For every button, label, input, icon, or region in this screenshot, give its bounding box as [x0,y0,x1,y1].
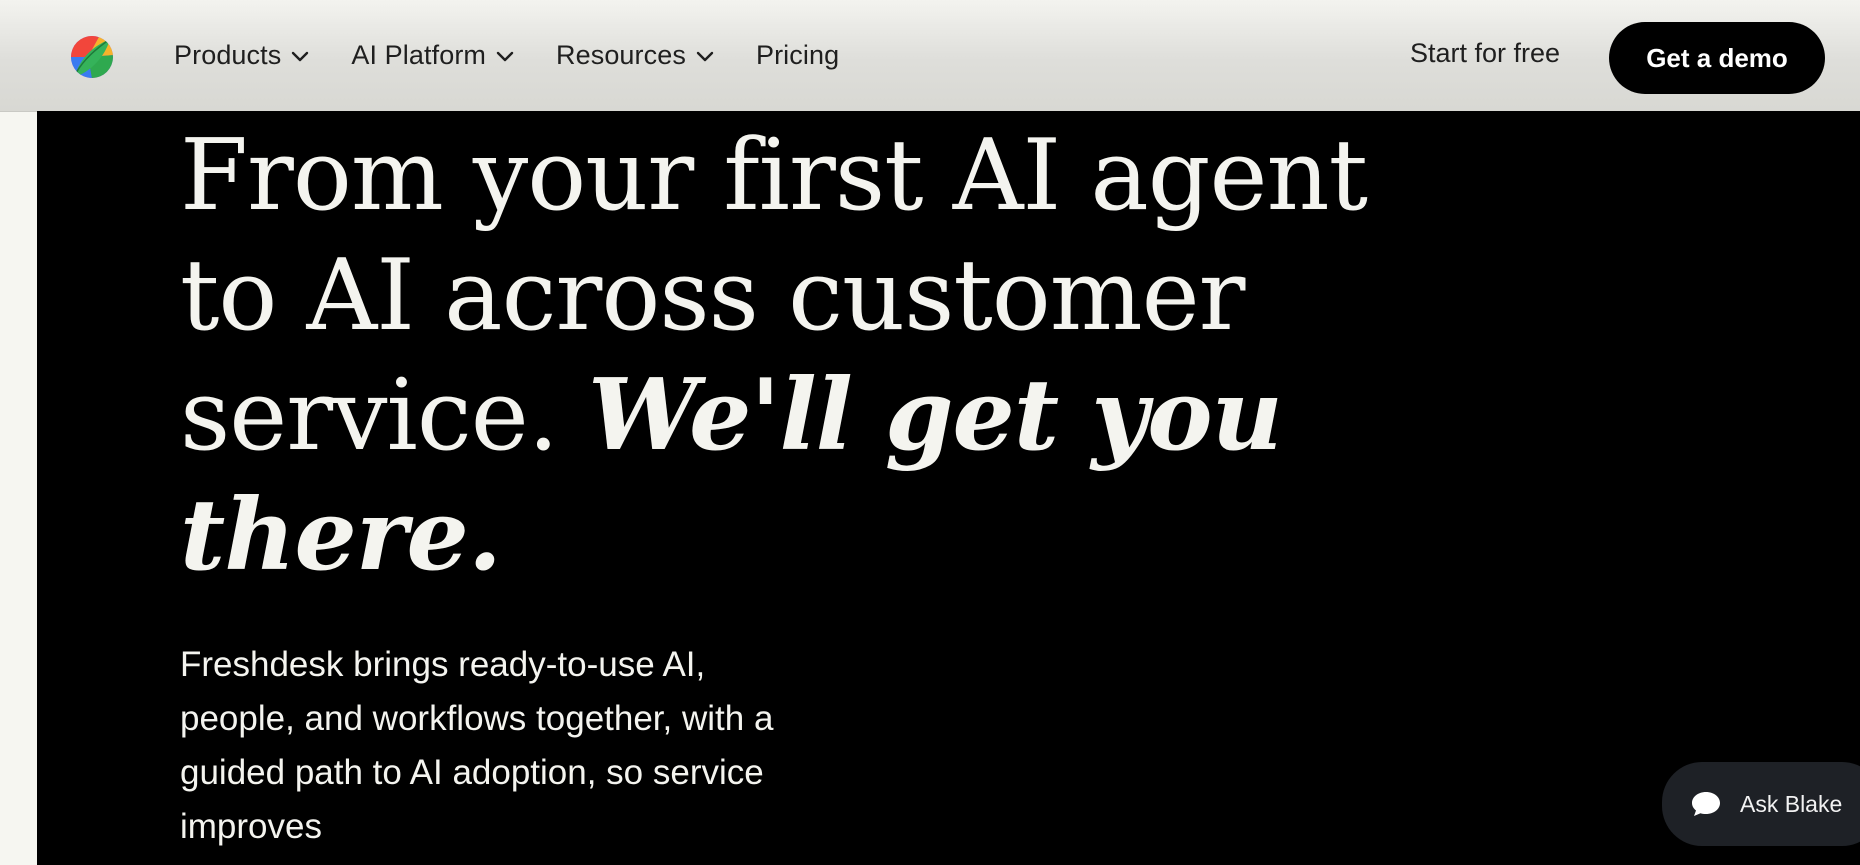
chevron-down-icon [496,51,514,61]
site-header: Products AI Platform Resources Pricing S… [0,0,1860,112]
nav-resources[interactable]: Resources [556,40,714,71]
nav-ai-platform[interactable]: AI Platform [351,40,514,71]
chat-bubble-icon [1692,792,1720,816]
nav-ai-platform-label: AI Platform [351,40,486,70]
chevron-down-icon [292,51,309,61]
chevron-down-icon [696,51,714,61]
nav-resources-label: Resources [556,40,686,70]
get-a-demo-button[interactable]: Get a demo [1609,22,1825,94]
nav-products-label: Products [174,40,282,70]
nav-pricing-label: Pricing [755,40,840,70]
ask-blake-chat-button[interactable]: Ask Blake [1662,762,1860,846]
freshdesk-logo-icon[interactable] [70,35,114,79]
hero-section: From your first AI agent to AI across cu… [37,111,1860,865]
hero-subcopy: Freshdesk brings ready-to-use AI, people… [180,645,774,846]
nav-products[interactable]: Products [174,40,309,71]
main-nav: Products AI Platform Resources Pricing [174,0,881,111]
start-for-free-link[interactable]: Start for free [1410,38,1560,69]
nav-pricing[interactable]: Pricing [756,40,839,71]
chat-label: Ask Blake [1740,790,1843,817]
hero-headline: From your first AI agent to AI across cu… [180,116,1480,596]
